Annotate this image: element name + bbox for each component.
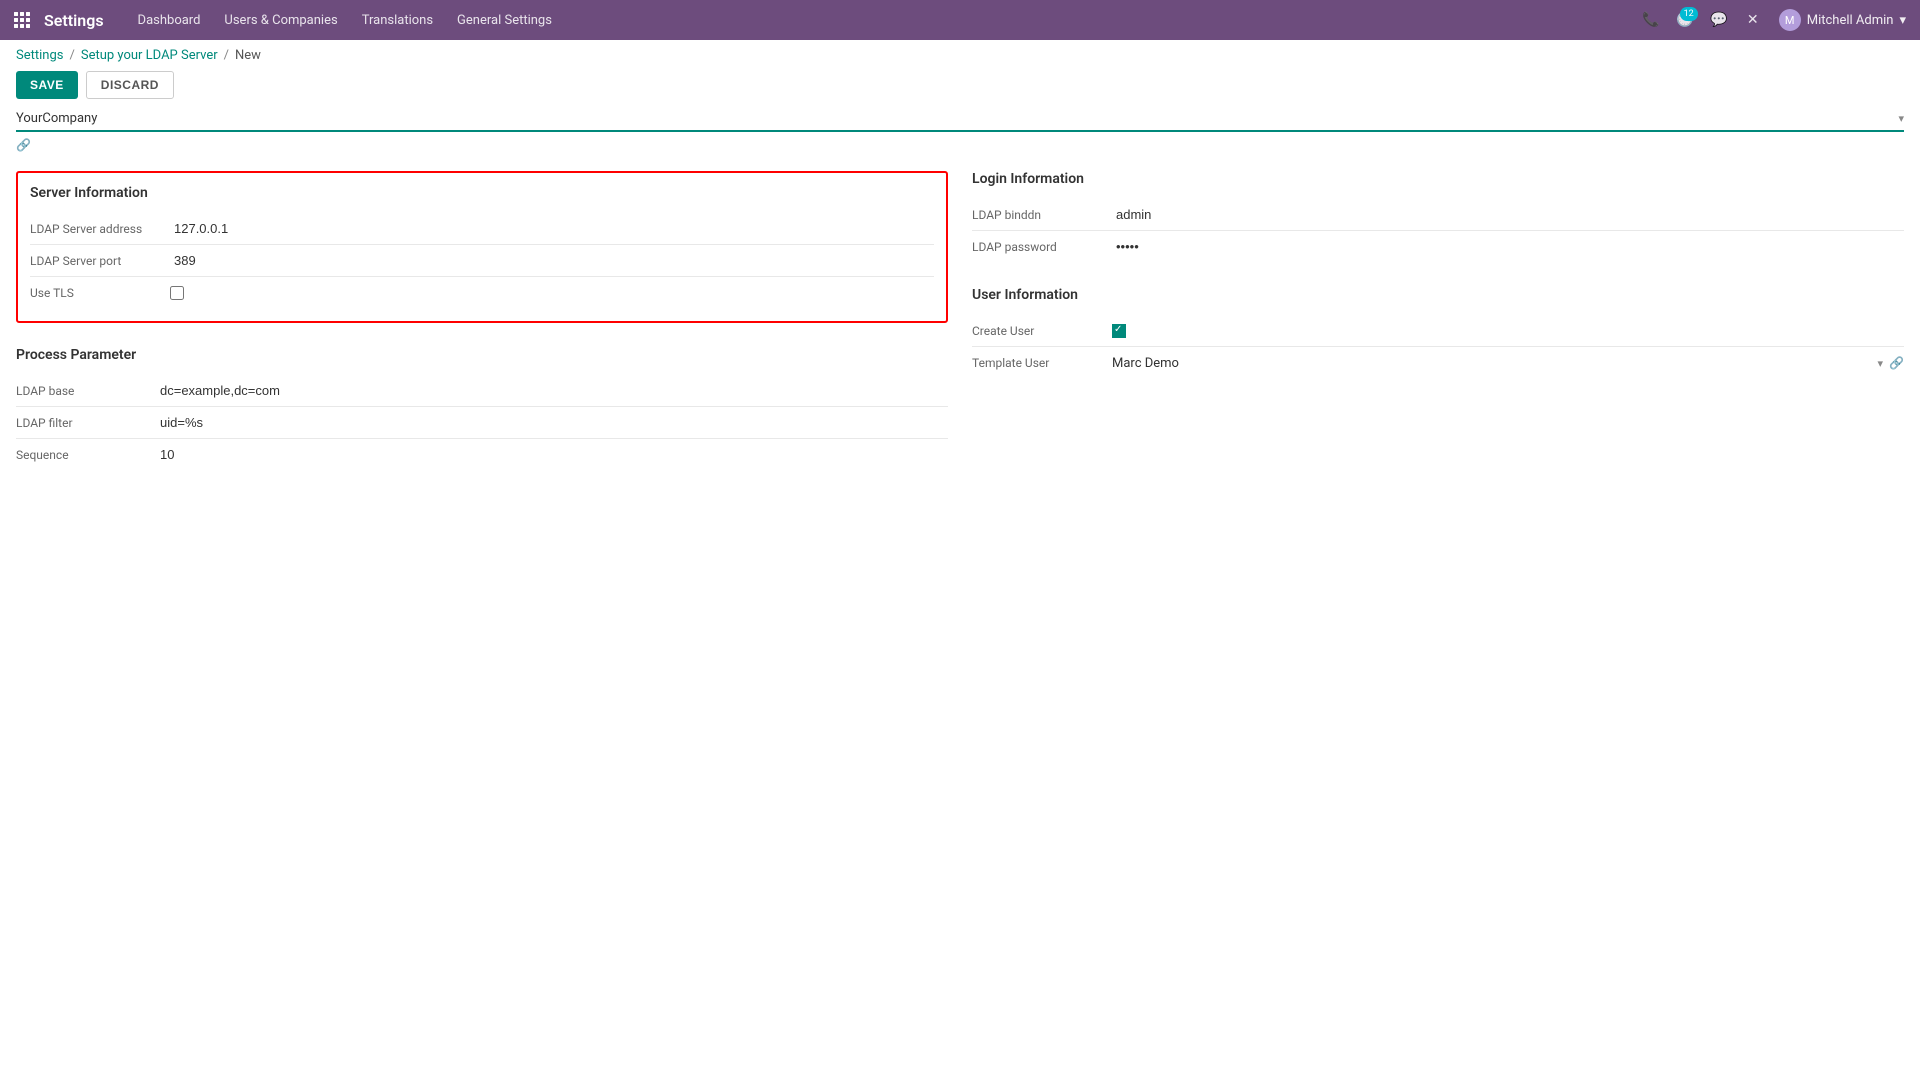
ldap-server-address-input[interactable] [170, 219, 934, 239]
create-user-checkbox[interactable] [1112, 324, 1126, 338]
template-user-ext-link-icon[interactable]: 🔗 [1889, 356, 1904, 370]
server-info-title: Server Information [30, 185, 934, 201]
app-title: Settings [44, 11, 104, 30]
save-button[interactable]: SAVE [16, 71, 78, 99]
company-external-link-icon[interactable]: 🔗 [16, 138, 31, 152]
template-user-dropdown-arrow[interactable]: ▾ [1878, 357, 1884, 370]
main-content: Server Information LDAP Server address L… [0, 163, 1920, 503]
ldap-base-label: LDAP base [16, 384, 156, 398]
avatar: M [1779, 9, 1801, 31]
company-ext-link-area: 🔗 [0, 136, 1920, 163]
nav-dashboard[interactable]: Dashboard [128, 9, 211, 32]
clock-badge: 12 [1680, 7, 1698, 21]
ldap-filter-label: LDAP filter [16, 416, 156, 430]
nav-translations[interactable]: Translations [352, 9, 443, 32]
create-user-row: Create User [972, 315, 1904, 347]
process-param-title: Process Parameter [16, 347, 948, 363]
template-user-label: Template User [972, 356, 1112, 370]
sequence-row: Sequence [16, 439, 948, 471]
sequence-input[interactable] [156, 445, 948, 465]
breadcrumb: Settings / Setup your LDAP Server / New [0, 40, 1920, 67]
grid-menu-icon[interactable] [8, 6, 36, 34]
breadcrumb-sep-1: / [69, 48, 74, 63]
nav-users-companies[interactable]: Users & Companies [214, 9, 347, 32]
use-tls-checkbox[interactable] [170, 286, 184, 300]
right-column: Login Information LDAP binddn LDAP passw… [972, 171, 1904, 495]
company-name: YourCompany [16, 111, 1898, 126]
process-parameter-section: Process Parameter LDAP base LDAP filter … [16, 347, 948, 471]
ldap-binddn-label: LDAP binddn [972, 208, 1112, 222]
breadcrumb-sep-2: / [224, 48, 229, 63]
breadcrumb-setup[interactable]: Setup your LDAP Server [81, 48, 218, 63]
user-dropdown-icon: ▾ [1899, 13, 1906, 28]
ldap-base-input[interactable] [156, 381, 948, 401]
close-icon[interactable]: ✕ [1739, 6, 1767, 34]
ldap-server-port-input[interactable] [170, 251, 934, 271]
chat-icon[interactable]: 💬 [1705, 6, 1733, 34]
server-information-section: Server Information LDAP Server address L… [16, 171, 948, 323]
user-name: Mitchell Admin [1807, 13, 1894, 28]
topnav-right-actions: 📞 🕐 12 💬 ✕ M Mitchell Admin ▾ [1637, 6, 1912, 34]
ldap-server-port-row: LDAP Server port [30, 245, 934, 277]
breadcrumb-current: New [235, 48, 261, 63]
use-tls-row: Use TLS [30, 277, 934, 309]
template-user-value: Marc Demo [1112, 356, 1872, 371]
user-information-section: User Information Create User Template Us… [972, 287, 1904, 379]
company-dropdown-arrow[interactable]: ▾ [1898, 112, 1904, 125]
ldap-password-label: LDAP password [972, 240, 1112, 254]
ldap-binddn-input[interactable] [1112, 205, 1904, 225]
user-info-title: User Information [972, 287, 1904, 303]
left-column: Server Information LDAP Server address L… [16, 171, 948, 495]
nav-menu: Dashboard Users & Companies Translations… [128, 9, 1637, 32]
user-menu[interactable]: M Mitchell Admin ▾ [1773, 7, 1912, 33]
breadcrumb-settings[interactable]: Settings [16, 48, 63, 63]
top-navigation: Settings Dashboard Users & Companies Tra… [0, 0, 1920, 40]
ldap-server-port-label: LDAP Server port [30, 254, 170, 268]
ldap-filter-input[interactable] [156, 413, 948, 433]
action-bar: SAVE DISCARD [0, 67, 1920, 111]
sequence-label: Sequence [16, 448, 156, 462]
ldap-password-input[interactable] [1112, 237, 1904, 257]
ldap-filter-row: LDAP filter [16, 407, 948, 439]
ldap-password-row: LDAP password [972, 231, 1904, 263]
ldap-server-address-row: LDAP Server address [30, 213, 934, 245]
company-selector-row: YourCompany ▾ [16, 111, 1904, 132]
create-user-label: Create User [972, 324, 1112, 338]
clock-icon[interactable]: 🕐 12 [1671, 6, 1699, 34]
use-tls-label: Use TLS [30, 286, 170, 300]
ldap-base-row: LDAP base [16, 375, 948, 407]
login-info-title: Login Information [972, 171, 1904, 187]
ldap-server-address-label: LDAP Server address [30, 222, 170, 236]
template-user-row: Template User Marc Demo ▾ 🔗 [972, 347, 1904, 379]
nav-general-settings[interactable]: General Settings [447, 9, 562, 32]
discard-button[interactable]: DISCARD [86, 71, 174, 99]
ldap-binddn-row: LDAP binddn [972, 199, 1904, 231]
login-information-section: Login Information LDAP binddn LDAP passw… [972, 171, 1904, 263]
phone-icon[interactable]: 📞 [1637, 6, 1665, 34]
